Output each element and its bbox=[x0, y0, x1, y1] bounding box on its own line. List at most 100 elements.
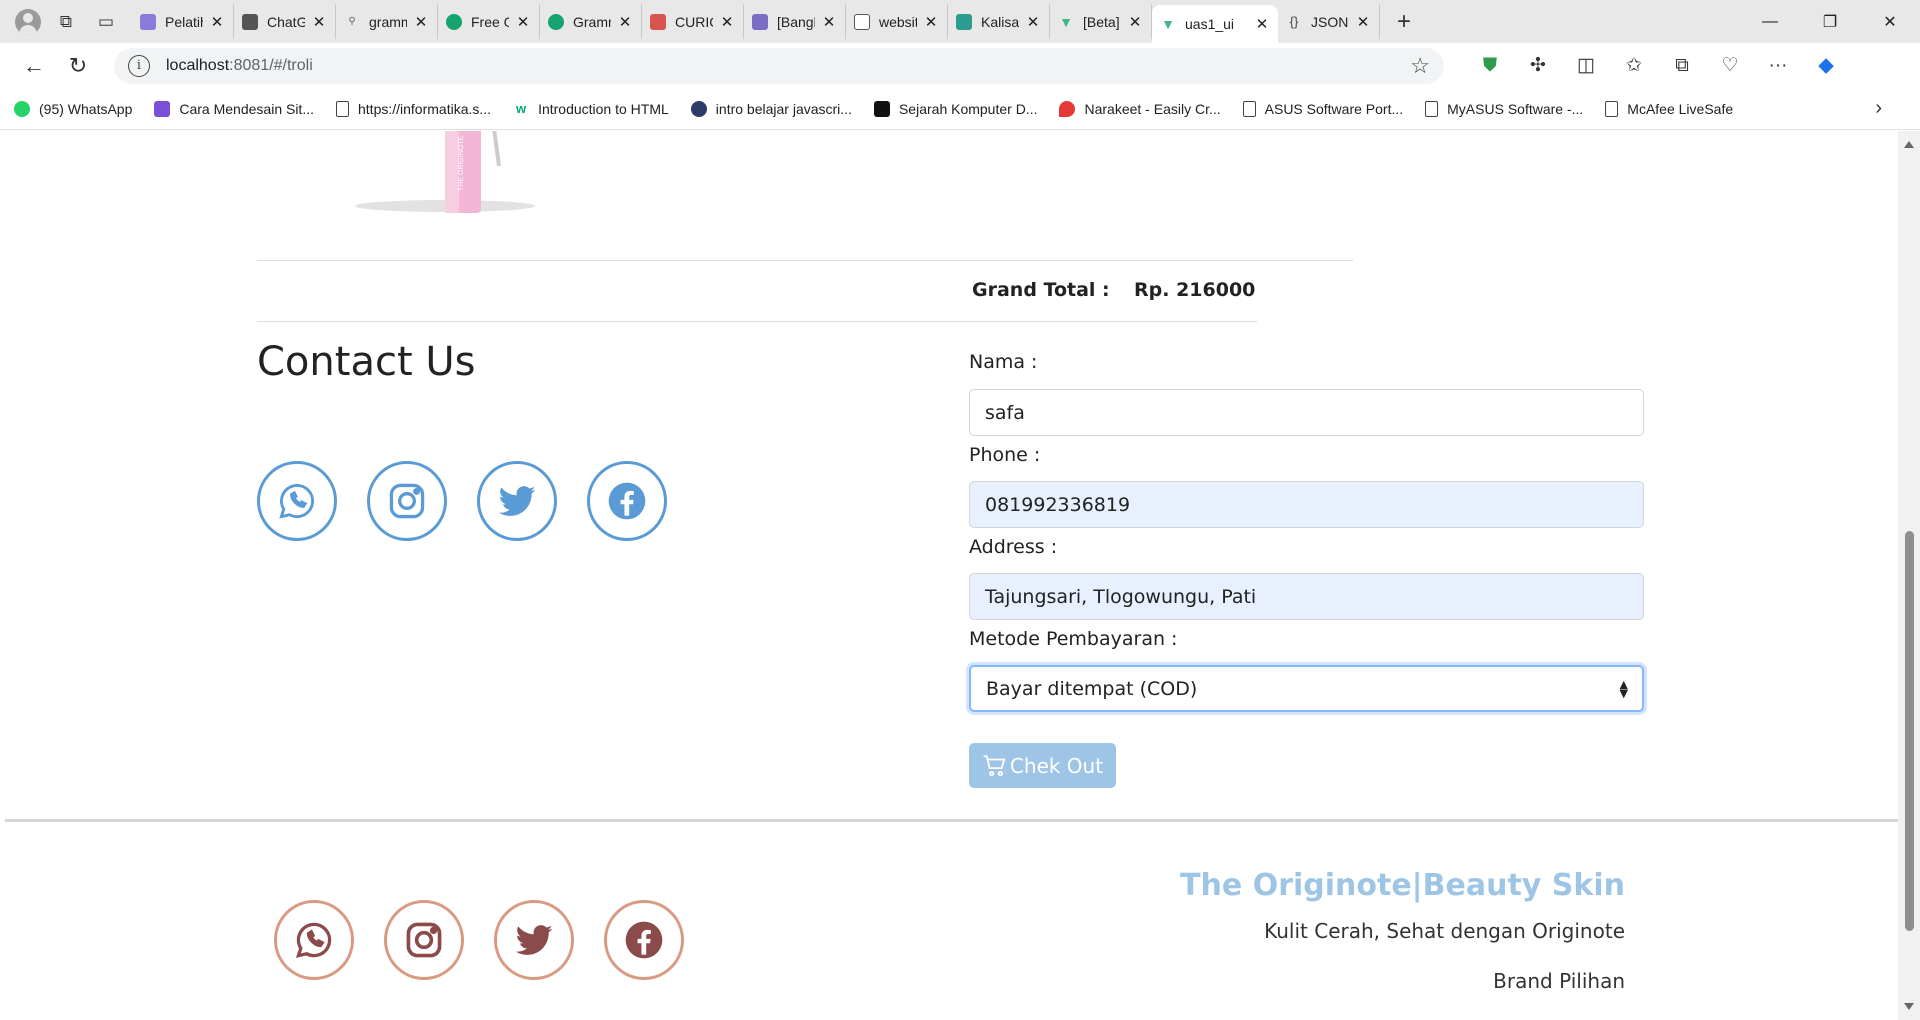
tab[interactable]: ChatGP ✕ bbox=[234, 4, 336, 39]
collections-icon[interactable]: ⧉ bbox=[1658, 48, 1706, 84]
close-window-button[interactable]: ✕ bbox=[1860, 0, 1920, 43]
bookmark-label: ASUS Software Port... bbox=[1264, 100, 1404, 117]
footer-instagram-icon[interactable] bbox=[384, 900, 464, 980]
twitter-icon[interactable] bbox=[477, 461, 557, 541]
new-tab-button[interactable]: + bbox=[1384, 4, 1424, 40]
tab-label: [Beta] s bbox=[1083, 13, 1121, 30]
bookmark-item[interactable]: (95) WhatsApp bbox=[14, 100, 132, 117]
footer-divider bbox=[5, 819, 1898, 822]
tab-label: gramm bbox=[369, 13, 407, 30]
bookmark-label: MyASUS Software -... bbox=[1447, 100, 1584, 117]
site-icon bbox=[873, 100, 890, 117]
profile-icon bbox=[15, 8, 41, 35]
tab[interactable]: Kalisari ✕ bbox=[948, 4, 1050, 39]
tab[interactable]: website ✕ bbox=[846, 4, 948, 39]
close-icon[interactable]: ✕ bbox=[923, 13, 939, 31]
payment-value: Bayar ditempat (COD) bbox=[986, 677, 1198, 700]
bookmark-item[interactable]: intro belajar javascri... bbox=[690, 100, 852, 117]
tab-label: CURICU bbox=[675, 13, 713, 30]
divider bbox=[257, 260, 1353, 261]
minimize-button[interactable]: — bbox=[1740, 0, 1800, 43]
tab[interactable]: [Bangk ✕ bbox=[744, 4, 846, 39]
footer-brand-pick[interactable]: Brand Pilihan bbox=[1493, 969, 1625, 993]
close-icon[interactable]: ✕ bbox=[1025, 13, 1041, 31]
reload-button[interactable]: ↻ bbox=[56, 48, 100, 84]
facebook-icon[interactable] bbox=[587, 461, 667, 541]
close-icon[interactable]: ✕ bbox=[617, 13, 633, 31]
tab-actions-icon[interactable]: ▭ bbox=[86, 4, 126, 40]
page-scrollbar[interactable] bbox=[1898, 131, 1920, 1020]
workspaces-icon[interactable]: ⧉ bbox=[46, 4, 86, 40]
tab[interactable]: Pelatiha ✕ bbox=[132, 4, 234, 39]
document-icon bbox=[1605, 100, 1619, 117]
address-input[interactable]: Tajungsari, Tlogowungu, Pati bbox=[969, 573, 1644, 620]
tab-favicon bbox=[140, 13, 156, 30]
performance-icon[interactable]: ♡ bbox=[1706, 48, 1754, 84]
scroll-up-icon[interactable] bbox=[1904, 141, 1914, 148]
close-icon[interactable]: ✕ bbox=[719, 13, 735, 31]
more-options-icon[interactable]: ··· bbox=[1754, 48, 1802, 84]
tab[interactable]: Gramm ✕ bbox=[540, 4, 642, 39]
scroll-down-icon[interactable] bbox=[1904, 1003, 1914, 1010]
bookmark-item[interactable]: Narakeet - Easily Cr... bbox=[1059, 100, 1221, 117]
bookmark-item[interactable]: McAfee LiveSafe bbox=[1605, 100, 1733, 117]
favorite-star-icon[interactable]: ☆ bbox=[1410, 53, 1430, 79]
bookmark-item[interactable]: Sejarah Komputer D... bbox=[873, 100, 1037, 117]
narakeet-icon bbox=[1059, 100, 1076, 117]
tab[interactable]: ⚲ gramm ✕ bbox=[336, 4, 438, 39]
checkout-button[interactable]: Chek Out bbox=[969, 743, 1116, 788]
whatsapp-icon[interactable] bbox=[257, 461, 337, 541]
phone-label: Phone : bbox=[969, 444, 1041, 466]
whatsapp-icon bbox=[14, 100, 30, 117]
site-icon bbox=[154, 100, 171, 117]
bookmark-item[interactable]: MyASUS Software -... bbox=[1425, 100, 1584, 117]
bookmark-item[interactable]: https://informatika.s... bbox=[336, 100, 492, 117]
restore-button[interactable]: ❐ bbox=[1800, 0, 1860, 43]
bookmark-item[interactable]: Cara Mendesain Sit... bbox=[154, 100, 314, 117]
close-icon[interactable]: ✕ bbox=[515, 13, 531, 31]
shield-icon[interactable]: ⛊ bbox=[1466, 48, 1514, 84]
pdf-icon bbox=[650, 13, 666, 30]
close-icon[interactable]: ✕ bbox=[311, 13, 327, 31]
close-icon[interactable]: ✕ bbox=[1355, 13, 1371, 31]
footer-twitter-icon[interactable] bbox=[494, 900, 574, 980]
bookmark-item[interactable]: ASUS Software Port... bbox=[1242, 100, 1404, 117]
tab-favicon bbox=[752, 13, 768, 30]
back-button[interactable]: ← bbox=[12, 48, 56, 84]
scrollbar-thumb[interactable] bbox=[1905, 531, 1914, 931]
payment-select[interactable]: Bayar ditempat (COD) ▲ ▼ bbox=[969, 665, 1644, 712]
favorites-icon[interactable]: ✩ bbox=[1610, 48, 1658, 84]
extensions-icon[interactable]: ✣ bbox=[1514, 48, 1562, 84]
bookmark-label: Narakeet - Easily Cr... bbox=[1084, 100, 1221, 117]
bookmark-label: Introduction to HTML bbox=[538, 100, 669, 117]
tab-label: ChatGP bbox=[267, 13, 305, 30]
profile-button[interactable] bbox=[10, 4, 46, 40]
document-icon bbox=[1242, 100, 1256, 117]
tab[interactable]: {} JSON S ✕ bbox=[1278, 4, 1380, 39]
close-icon[interactable]: ✕ bbox=[821, 13, 837, 31]
chevron-right-icon[interactable]: › bbox=[1875, 97, 1882, 120]
info-icon[interactable]: i bbox=[128, 54, 150, 77]
bookmark-label: https://informatika.s... bbox=[358, 100, 492, 117]
phone-value: 081992336819 bbox=[985, 493, 1131, 516]
close-icon[interactable]: ✕ bbox=[413, 13, 429, 31]
phone-input[interactable]: 081992336819 bbox=[969, 481, 1644, 528]
url-field[interactable]: i localhost:8081/#/troli ☆ bbox=[114, 47, 1444, 84]
nama-input[interactable]: safa bbox=[969, 389, 1644, 436]
tab[interactable]: Free Gr ✕ bbox=[438, 4, 540, 39]
bookmark-item[interactable]: w Introduction to HTML bbox=[513, 101, 669, 117]
close-icon[interactable]: ✕ bbox=[209, 13, 225, 31]
tab[interactable]: CURICU ✕ bbox=[642, 4, 744, 39]
copilot-icon[interactable]: ◆ bbox=[1802, 48, 1850, 84]
tab-label: website bbox=[879, 13, 917, 30]
globe-icon bbox=[690, 100, 707, 117]
close-icon[interactable]: ✕ bbox=[1254, 15, 1270, 33]
footer-whatsapp-icon[interactable] bbox=[274, 900, 354, 980]
tab[interactable]: ▼ [Beta] s ✕ bbox=[1050, 4, 1152, 39]
footer-facebook-icon[interactable] bbox=[604, 900, 684, 980]
instagram-icon[interactable] bbox=[367, 461, 447, 541]
tab-label: Free Gr bbox=[471, 13, 509, 30]
tab-active[interactable]: ▼ uas1_ui ✕ bbox=[1152, 5, 1278, 43]
split-screen-icon[interactable]: ◫ bbox=[1562, 48, 1610, 84]
close-icon[interactable]: ✕ bbox=[1127, 13, 1143, 31]
